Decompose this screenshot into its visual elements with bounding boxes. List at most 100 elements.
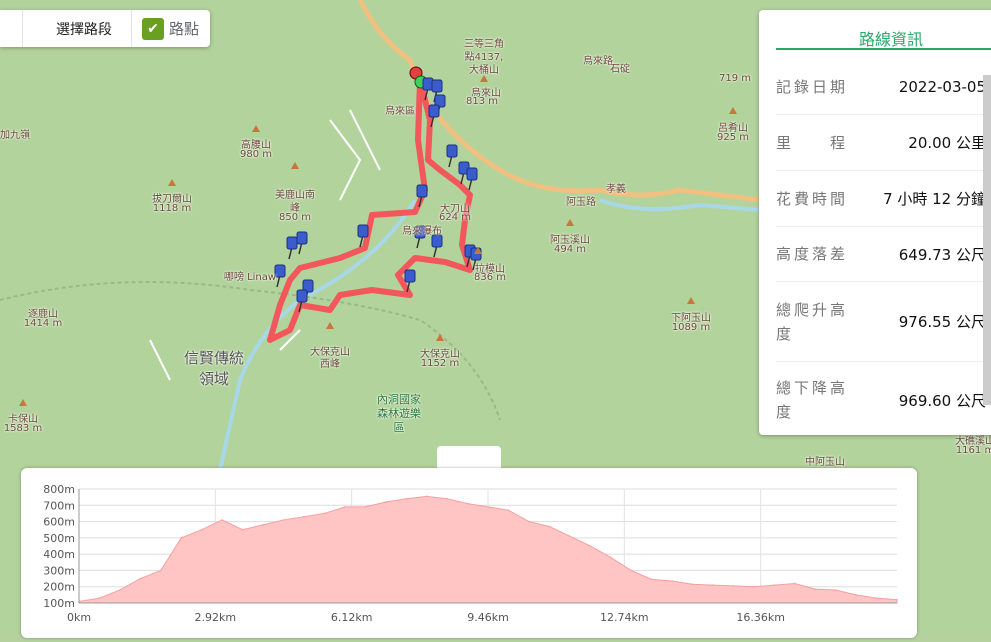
- checkbox-checked-icon[interactable]: ✔: [142, 17, 164, 40]
- map-label: 領域: [198, 370, 230, 388]
- map-label: 1583 m: [3, 423, 43, 434]
- row-total-ascent: 總爬升高度 976.55 公尺: [776, 282, 986, 362]
- row-value: 976.55 公尺: [898, 313, 986, 331]
- elevation-point: [466, 502, 469, 505]
- elevation-point: [139, 577, 142, 580]
- elevation-point: [528, 520, 530, 523]
- elevation-point: [671, 580, 673, 582]
- map-label: 西峰: [320, 359, 340, 370]
- row-date: 記錄日期 2022-03-05: [776, 60, 986, 115]
- map-label: 1118 m: [152, 203, 192, 214]
- elevation-chart-panel: 100m 200m 300m 400m 500m 600m 700m 800m 0km 2.92k…: [21, 468, 917, 638]
- map-label: 烏來區: [385, 106, 415, 117]
- row-label: 高度落差: [776, 245, 849, 263]
- panel-scrollbar[interactable]: [983, 75, 991, 405]
- elevation-point: [364, 506, 367, 508]
- route-info-panel: 路線資訊 記錄日期 2022-03-05 里 程 20.00 公里 花費時間 7 小時…: [759, 10, 991, 435]
- elevation-point: [793, 582, 796, 585]
- route-info-tab[interactable]: 路線資訊: [776, 10, 991, 50]
- x-tick-label: 12.74km: [600, 611, 649, 624]
- x-tick-label: 16.36km: [736, 611, 785, 624]
- map-label: 925 m: [716, 132, 750, 143]
- elevation-point: [834, 589, 837, 591]
- elevation-point: [875, 597, 878, 599]
- elevation-point: [773, 584, 776, 586]
- toolbar-left-segment[interactable]: [0, 10, 23, 47]
- x-tick-label: 0km: [67, 611, 91, 624]
- row-label: 總爬升高度: [776, 300, 849, 343]
- elevation-chart[interactable]: 100m 200m 300m 400m 500m 600m 700m 800m 0km 2.92k…: [21, 468, 917, 638]
- row-duration: 花費時間 7 小時 12 分鐘: [776, 171, 986, 227]
- map-label: 中阿玉山: [805, 457, 845, 468]
- x-tick-label: 9.46km: [467, 611, 509, 624]
- elevation-area: [78, 495, 898, 604]
- elevation-point: [609, 556, 612, 559]
- row-value: 2022-03-05: [898, 78, 986, 96]
- map-label: 大桶山: [469, 65, 499, 76]
- map-label: 1161 m: [955, 445, 991, 456]
- y-tick-label: 800m: [43, 483, 75, 496]
- elevation-point: [241, 528, 244, 531]
- map-label: 813 m: [465, 96, 499, 107]
- map-label: 烏來路: [583, 56, 613, 67]
- elevation-point: [425, 495, 428, 498]
- row-label: 里 程: [776, 133, 849, 152]
- row-label: 花費時間: [776, 189, 849, 208]
- y-tick-label: 700m: [43, 499, 75, 512]
- select-segment-button[interactable]: 選擇路段: [23, 10, 132, 47]
- map-label: 加九嶺: [0, 130, 30, 141]
- route-info-list: 記錄日期 2022-03-05 里 程 20.00 公里 花費時間 7 小時 12 分…: [776, 60, 986, 435]
- elevation-point: [548, 525, 551, 528]
- map-label: 1152 m: [420, 358, 460, 369]
- map-label: 719 m: [718, 73, 752, 84]
- waypoints-label: 路點: [169, 20, 200, 38]
- x-tick-label: 2.92km: [195, 611, 237, 624]
- elevation-point: [589, 545, 592, 547]
- elevation-point: [282, 519, 285, 521]
- map-label: 836 m: [473, 272, 507, 283]
- elevation-point: [650, 578, 653, 581]
- map-label: 哪嗙 Linaw: [223, 272, 277, 283]
- map-toolbar: 選擇路段 ✔ 路點: [0, 10, 210, 47]
- map-label: 1089 m: [671, 322, 711, 333]
- row-label: 總下降高度: [776, 379, 849, 421]
- row-label: 記錄日期: [776, 78, 849, 96]
- elevation-point: [200, 528, 203, 531]
- y-tick-label: 500m: [43, 532, 75, 545]
- map-label: 烏來瀑布: [402, 226, 442, 237]
- elevation-point: [221, 519, 223, 521]
- row-value: 20.00 公里: [908, 134, 986, 152]
- map-label: 石碇: [610, 64, 630, 75]
- row-value: 7 小時 12 分鐘: [883, 190, 986, 208]
- map-label: 阿玉路: [566, 197, 596, 208]
- row-value: 969.60 公尺: [898, 392, 986, 410]
- map-label: 孝義: [606, 184, 626, 195]
- map-label: 850 m: [278, 212, 312, 223]
- y-tick-label: 200m: [43, 581, 75, 594]
- x-tick-label: 6.12km: [331, 611, 373, 624]
- y-tick-label: 100m: [43, 597, 75, 610]
- elevation-point: [384, 501, 387, 503]
- elevation-point: [732, 585, 735, 587]
- elevation-point: [446, 497, 448, 500]
- row-distance: 里 程 20.00 公里: [776, 115, 986, 171]
- waypoints-toggle[interactable]: ✔ 路點: [142, 17, 200, 40]
- elevation-point: [344, 506, 346, 508]
- elevation-point: [180, 537, 183, 539]
- elevation-point: [712, 584, 714, 586]
- elevation-point: [487, 506, 489, 508]
- map-label: 494 m: [553, 244, 587, 255]
- row-total-descent: 總下降高度 969.60 公尺: [776, 362, 986, 435]
- elevation-point: [630, 569, 632, 572]
- map-label: 信賢傳統: [183, 349, 245, 367]
- elevation-point: [323, 512, 326, 515]
- row-elevation-diff: 高度落差 649.73 公尺: [776, 227, 986, 282]
- elevation-point: [855, 594, 857, 596]
- elevation-point: [753, 585, 755, 588]
- elevation-point: [98, 597, 101, 599]
- elevation-point: [405, 497, 408, 500]
- map-label: 980 m: [239, 149, 273, 160]
- map-label: 1414 m: [23, 318, 63, 329]
- map-label: 624 m: [438, 212, 472, 223]
- elevation-point: [691, 583, 694, 586]
